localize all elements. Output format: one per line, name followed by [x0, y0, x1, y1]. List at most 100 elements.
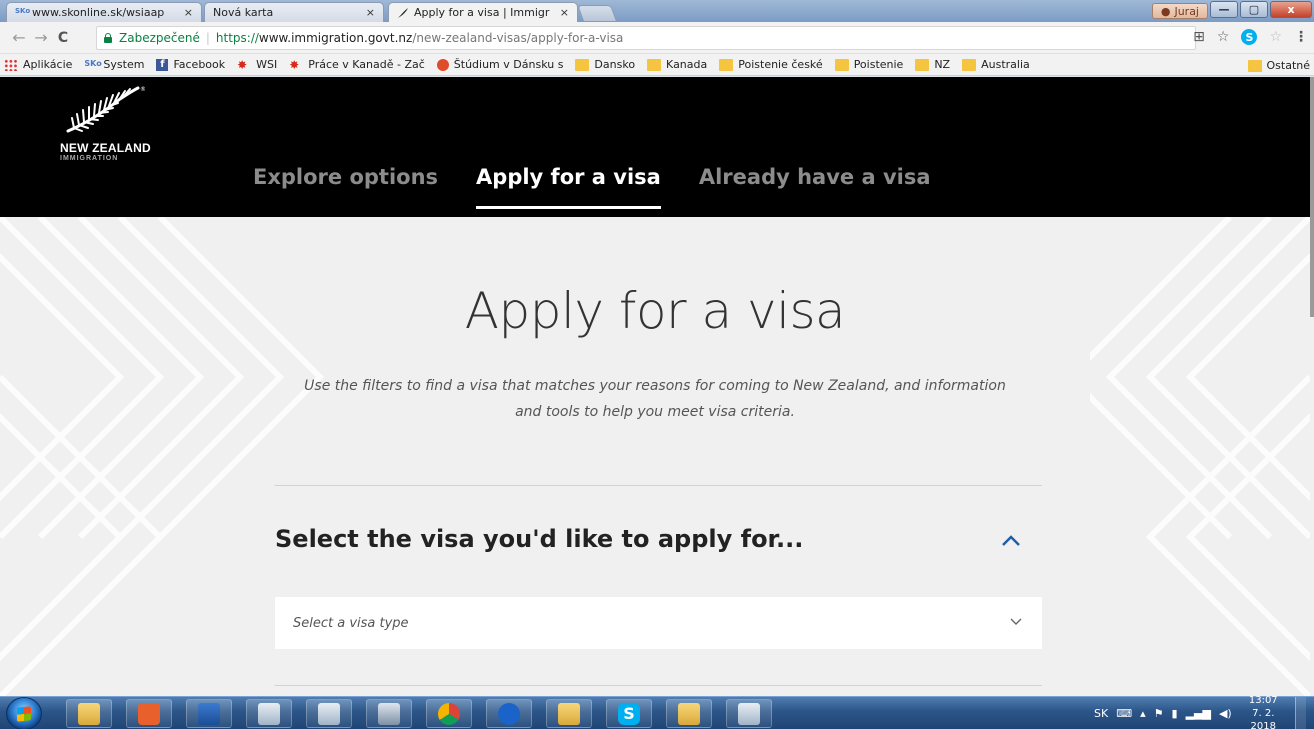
collapse-section-button[interactable]: [996, 529, 1026, 553]
bookmark-wsi[interactable]: ✸ WSI: [237, 58, 277, 71]
secure-label: Zabezpečené: [119, 31, 200, 45]
keyboard-icon[interactable]: ⌨: [1116, 707, 1132, 720]
bookmark-folder-dansko[interactable]: Dansko: [575, 58, 635, 71]
bookmark-other-folder[interactable]: Ostatné: [1247, 59, 1311, 72]
tray-expand-icon[interactable]: ▴: [1140, 707, 1146, 720]
media-player-icon: [138, 702, 160, 725]
taskbar-folder-2[interactable]: [546, 699, 592, 728]
reload-icon[interactable]: C: [52, 30, 74, 46]
bookmark-prace-v-kanade[interactable]: ✸ Práce v Kanadě - Zač: [289, 58, 425, 71]
start-button[interactable]: [6, 697, 42, 729]
page-scrollbar[interactable]: [1310, 77, 1314, 696]
close-icon[interactable]: ×: [184, 6, 193, 19]
archive-icon: [738, 702, 760, 725]
globe-icon: [436, 58, 449, 71]
taskbar-printer[interactable]: [366, 699, 412, 728]
taskbar-explorer[interactable]: [66, 699, 112, 728]
folder-icon: [834, 58, 849, 71]
taskbar-computer[interactable]: [186, 699, 232, 728]
silver-fern-icon: ®: [66, 86, 146, 133]
close-icon[interactable]: ×: [560, 6, 569, 19]
taskbar-archive-2[interactable]: [306, 699, 352, 728]
bookmark-folder-australia[interactable]: Australia: [962, 58, 1030, 71]
nav-already-have-a-visa[interactable]: Already have a visa: [699, 165, 931, 209]
bookmark-apps[interactable]: Aplikácie: [4, 58, 72, 71]
windows-taskbar: S SK ⌨ ▴ ⚑ ▮ ▂▄▆ ◀) 13:07 7. 2. 2018: [0, 694, 1314, 729]
tab-skonline[interactable]: SKo www.skonline.sk/wsiaap ×: [6, 2, 202, 22]
bookmark-label: Facebook: [173, 58, 226, 71]
folder-icon: [78, 702, 100, 725]
forward-icon[interactable]: →: [30, 28, 52, 47]
folder-icon: [915, 58, 930, 71]
tray-clock[interactable]: 13:07 7. 2. 2018: [1240, 694, 1287, 729]
omnibox-separator: |: [205, 31, 210, 45]
bookmark-folder-poistenie[interactable]: Poistenie: [834, 58, 904, 71]
menu-icon[interactable]: ⋮: [1294, 29, 1308, 45]
printer-icon: [378, 702, 400, 725]
ccleaner-icon: [498, 702, 520, 725]
taskbar-archive-1[interactable]: [246, 699, 292, 728]
minimize-button[interactable]: —: [1210, 1, 1238, 18]
bookmark-label: Poistenie: [853, 58, 904, 71]
close-window-button[interactable]: x: [1270, 1, 1312, 18]
bookmark-label: Aplikácie: [23, 58, 73, 71]
taskbar-skype[interactable]: S: [606, 699, 652, 728]
url-host: www.immigration.govt.nz: [258, 31, 413, 45]
folder-icon: [647, 58, 662, 71]
tab-title: www.skonline.sk/wsiaap: [32, 6, 165, 19]
skype-icon: S: [618, 702, 640, 725]
nav-apply-for-a-visa[interactable]: Apply for a visa: [476, 165, 661, 209]
lock-icon: [103, 33, 113, 43]
taskbar-archive-3[interactable]: [726, 699, 772, 728]
volume-icon[interactable]: ◀): [1219, 707, 1232, 720]
bookmark-label: Australia: [981, 58, 1030, 71]
bookmark-facebook[interactable]: f Facebook: [156, 58, 225, 71]
tab-apply-for-a-visa[interactable]: Apply for a visa | Immigr ×: [388, 2, 578, 22]
extension-icon[interactable]: ☆: [1269, 29, 1282, 45]
scrollbar-thumb[interactable]: [1310, 77, 1314, 317]
bookmark-label: Štúdium v Dánsku s: [453, 58, 564, 71]
power-icon[interactable]: ▮: [1172, 707, 1178, 720]
back-icon[interactable]: ←: [8, 28, 30, 47]
bookmark-folder-kanada[interactable]: Kanada: [647, 58, 707, 71]
bookmark-folder-nz[interactable]: NZ: [915, 58, 950, 71]
nav-explore-options[interactable]: Explore options: [253, 165, 438, 209]
bookmark-star-icon[interactable]: ☆: [1217, 29, 1230, 45]
section-divider-top: [275, 485, 1042, 486]
apps-icon: [4, 58, 18, 71]
language-indicator[interactable]: SK: [1094, 707, 1108, 720]
bookmark-label: Práce v Kanadě - Zač: [308, 58, 425, 71]
action-center-flag-icon[interactable]: ⚑: [1154, 707, 1164, 720]
profile-button[interactable]: ● Juraj: [1151, 3, 1208, 19]
page-title: Apply for a visa: [0, 282, 1310, 340]
taskbar-folder-3[interactable]: [666, 699, 712, 728]
address-bar[interactable]: Zabezpečené | https://www.immigration.go…: [96, 26, 1196, 50]
skype-extension-icon[interactable]: S: [1241, 29, 1258, 45]
maple-leaf-icon: ✸: [289, 57, 300, 72]
maximize-button[interactable]: ▢: [1240, 1, 1268, 18]
bookmark-label: Dansko: [594, 58, 636, 71]
monitor-icon: [198, 702, 220, 725]
folder-icon: [719, 58, 734, 71]
fern-icon: [398, 7, 408, 18]
translate-icon[interactable]: ⊞: [1193, 29, 1205, 45]
bookmark-system[interactable]: SKo System: [84, 58, 144, 71]
tab-new-tab[interactable]: Nová karta ×: [204, 2, 384, 22]
close-icon[interactable]: ×: [366, 6, 375, 19]
archive-icon: [318, 702, 340, 725]
taskbar-ccleaner[interactable]: [486, 699, 532, 728]
sko-icon: SKo: [15, 6, 31, 15]
new-tab-button[interactable]: [577, 5, 617, 21]
bookmark-label: Ostatné: [1266, 59, 1311, 72]
bookmark-studium-v-dansku[interactable]: Štúdium v Dánsku s: [436, 58, 564, 71]
taskbar-chrome[interactable]: [426, 699, 472, 728]
clock-date: 7. 2. 2018: [1250, 708, 1276, 729]
web-page: ® NEW ZEALAND IMMIGRATION Explore option…: [0, 77, 1310, 696]
show-desktop-button[interactable]: [1294, 697, 1306, 729]
taskbar-media-player[interactable]: [126, 699, 172, 728]
visa-type-select[interactable]: Select a visa type: [275, 597, 1042, 649]
bookmark-folder-poistenie-ceske[interactable]: Poistenie české: [719, 58, 823, 71]
maple-leaf-icon: ✸: [237, 57, 248, 72]
network-signal-icon[interactable]: ▂▄▆: [1186, 707, 1211, 720]
nz-immigration-logo[interactable]: ® NEW ZEALAND IMMIGRATION: [60, 85, 151, 162]
